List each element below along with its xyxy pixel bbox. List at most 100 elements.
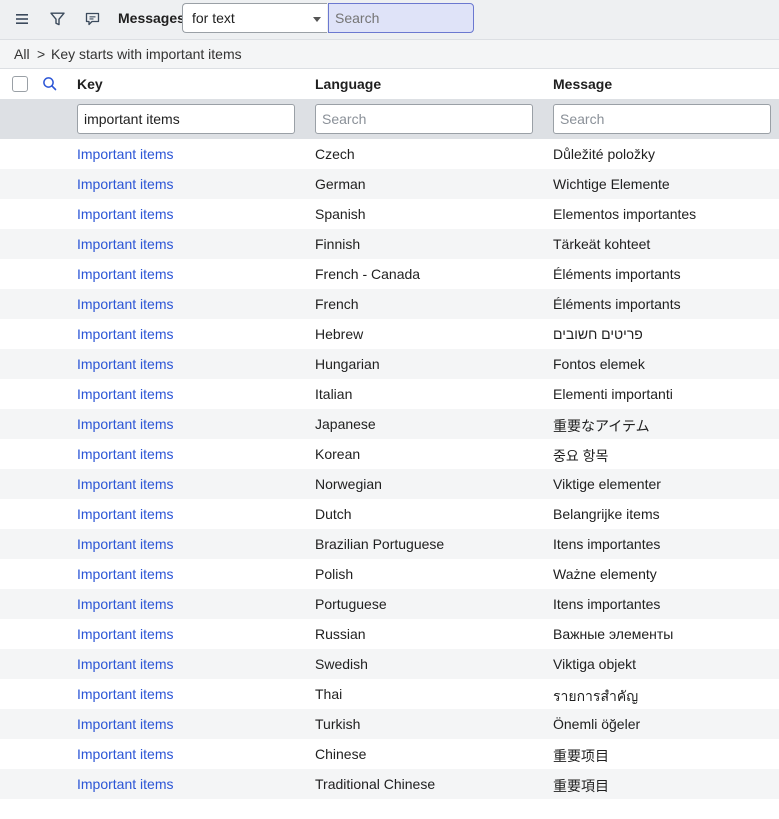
breadcrumb: All > Key starts with important items: [0, 40, 779, 69]
language-cell: Thai: [315, 686, 343, 702]
language-cell: Swedish: [315, 656, 368, 672]
message-cell: Wichtige Elemente: [553, 176, 670, 192]
table-row[interactable]: Important items Portuguese Itens important…: [0, 589, 779, 619]
language-filter-input[interactable]: [315, 104, 533, 134]
language-cell: French - Canada: [315, 266, 421, 282]
message-cell: Éléments importants: [553, 266, 681, 282]
key-link[interactable]: Important items: [77, 266, 173, 282]
language-cell: Japanese: [315, 416, 376, 432]
key-link[interactable]: Important items: [77, 656, 173, 672]
language-cell: Finnish: [315, 236, 361, 252]
language-cell: Portuguese: [315, 596, 387, 612]
table-row[interactable]: Important items French Éléments importants: [0, 289, 779, 319]
message-cell: Itens importantes: [553, 596, 661, 612]
language-cell: Dutch: [315, 506, 352, 522]
key-link[interactable]: Important items: [77, 596, 173, 612]
language-cell: Polish: [315, 566, 354, 582]
language-cell: Turkish: [315, 716, 361, 732]
message-cell: Важные элементы: [553, 626, 674, 642]
table-row[interactable]: Important items French - Canada Éléments i…: [0, 259, 779, 289]
table-row[interactable]: Important items Spanish Elementos importan…: [0, 199, 779, 229]
table-row[interactable]: Important items Thai รายการสำคัญ: [0, 679, 779, 709]
message-cell: Elementi importanti: [553, 386, 673, 402]
key-link[interactable]: Important items: [77, 686, 173, 702]
key-link[interactable]: Important items: [77, 716, 173, 732]
table-row[interactable]: Important items Dutch Belangrijke items: [0, 499, 779, 529]
language-cell: Norwegian: [315, 476, 382, 492]
column-header-message[interactable]: Message: [553, 76, 612, 92]
language-cell: Italian: [315, 386, 353, 402]
key-link[interactable]: Important items: [77, 566, 173, 582]
table-row[interactable]: Important items Norwegian Viktige elemente…: [0, 469, 779, 499]
filter-icon[interactable]: [47, 9, 67, 29]
key-link[interactable]: Important items: [77, 476, 173, 492]
select-value: for text: [192, 10, 235, 26]
table-row[interactable]: Important items Italian Elementi important…: [0, 379, 779, 409]
key-link[interactable]: Important items: [77, 146, 173, 162]
table-header: Key Language Message: [0, 69, 779, 99]
table-row[interactable]: Important items Chinese 重要项目: [0, 739, 779, 769]
table-row[interactable]: Important items Polish Ważne elementy: [0, 559, 779, 589]
table-row[interactable]: Important items Japanese 重要なアイテム: [0, 409, 779, 439]
chevron-down-icon: [313, 17, 321, 22]
message-cell: Fontos elemek: [553, 356, 645, 372]
table-row[interactable]: Important items Traditional Chinese 重要項目: [0, 769, 779, 799]
table-row[interactable]: Important items Turkish Önemli öğeler: [0, 709, 779, 739]
key-link[interactable]: Important items: [77, 386, 173, 402]
comment-icon[interactable]: [82, 9, 102, 29]
key-link[interactable]: Important items: [77, 746, 173, 762]
message-cell: Elementos importantes: [553, 206, 697, 222]
key-link[interactable]: Important items: [77, 446, 173, 462]
message-cell: 重要項目: [553, 778, 609, 794]
language-cell: Czech: [315, 146, 355, 162]
key-link[interactable]: Important items: [77, 536, 173, 552]
search-field-select[interactable]: for text: [182, 3, 327, 33]
column-header-language[interactable]: Language: [315, 76, 381, 92]
key-link[interactable]: Important items: [77, 356, 173, 372]
table-row[interactable]: Important items Finnish Tärkeät kohteet: [0, 229, 779, 259]
message-cell: Důležité položky: [553, 146, 655, 162]
key-link[interactable]: Important items: [77, 506, 173, 522]
key-link[interactable]: Important items: [77, 416, 173, 432]
table-row[interactable]: Important items German Wichtige Elemente: [0, 169, 779, 199]
message-filter-input[interactable]: [553, 104, 771, 134]
key-link[interactable]: Important items: [77, 626, 173, 642]
language-cell: Chinese: [315, 746, 367, 762]
language-cell: French: [315, 296, 359, 312]
table-row[interactable]: Important items Czech Důležité položky: [0, 139, 779, 169]
language-cell: German: [315, 176, 366, 192]
message-cell: Éléments importants: [553, 296, 681, 312]
table-body: Important items Czech Důležité položky Impo…: [0, 139, 779, 799]
key-link[interactable]: Important items: [77, 296, 173, 312]
language-cell: Russian: [315, 626, 366, 642]
table-row[interactable]: Important items Russian Важные элементы: [0, 619, 779, 649]
table-row[interactable]: Important items Hungarian Fontos elemek: [0, 349, 779, 379]
filter-row: [0, 99, 779, 139]
table-row[interactable]: Important items Korean 중요 항목: [0, 439, 779, 469]
key-link[interactable]: Important items: [77, 206, 173, 222]
select-all-checkbox[interactable]: [12, 76, 28, 92]
toolbar: Messages for text: [0, 0, 779, 40]
language-cell: Hungarian: [315, 356, 380, 372]
column-header-key[interactable]: Key: [77, 76, 103, 92]
language-cell: Hebrew: [315, 326, 364, 342]
key-filter-input[interactable]: [77, 104, 295, 134]
menu-icon[interactable]: [12, 9, 32, 29]
message-cell: 중요 항목: [553, 448, 609, 464]
table-row[interactable]: Important items Hebrew פריטים חשובים: [0, 319, 779, 349]
table-row[interactable]: Important items Brazilian Portuguese Itens…: [0, 529, 779, 559]
language-cell: Traditional Chinese: [315, 776, 436, 792]
message-cell: รายการสำคัญ: [553, 688, 639, 704]
language-cell: Korean: [315, 446, 361, 462]
breadcrumb-root-link[interactable]: All: [14, 46, 30, 62]
key-link[interactable]: Important items: [77, 326, 173, 342]
key-link[interactable]: Important items: [77, 776, 173, 792]
breadcrumb-current[interactable]: Key starts with important items: [51, 46, 242, 62]
search-input[interactable]: [328, 3, 474, 33]
key-link[interactable]: Important items: [77, 236, 173, 252]
message-cell: 重要项目: [553, 748, 609, 764]
search-icon[interactable]: [41, 75, 59, 93]
page-title: Messages: [118, 10, 185, 26]
key-link[interactable]: Important items: [77, 176, 173, 192]
table-row[interactable]: Important items Swedish Viktiga objekt: [0, 649, 779, 679]
